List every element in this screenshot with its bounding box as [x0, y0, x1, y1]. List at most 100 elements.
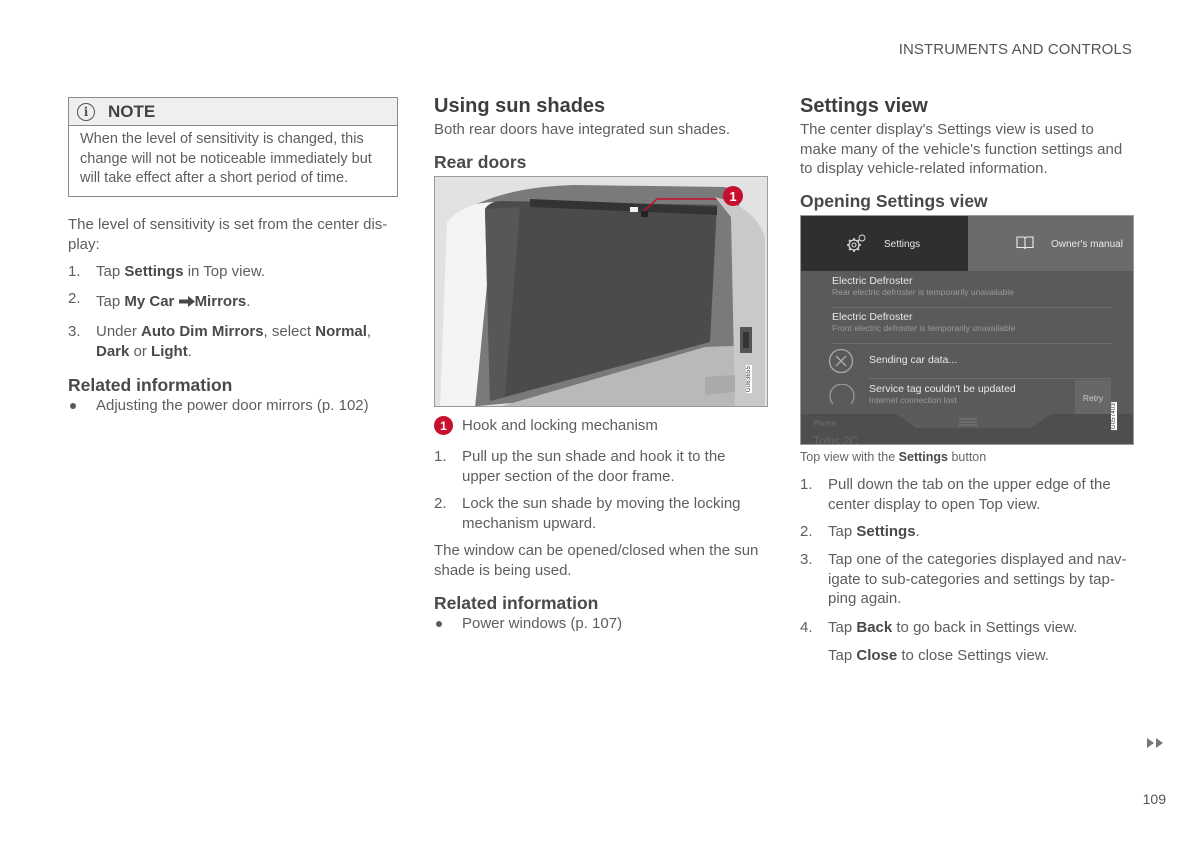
step-text: Under: [96, 323, 142, 340]
legend-text: Hook and locking mechanism: [462, 417, 658, 434]
list-item: 1. Pull up the sun shade and hook it to …: [434, 447, 768, 486]
step-number: 2.: [68, 290, 81, 307]
notification-row[interactable]: Electric Defroster Rear electric defrost…: [832, 275, 1014, 297]
sun-shade-illustration: 1 G063655: [434, 176, 768, 407]
figure-legend: 1 Hook and locking mechanism: [434, 416, 658, 436]
caption-text: Top view with the: [800, 450, 899, 464]
list-item: 2. Tap Settings.: [800, 522, 1140, 542]
paragraph-line: shade is being used.: [434, 561, 572, 579]
step-number: 3.: [800, 551, 813, 568]
window-paragraph: The window can be opened/closed when the…: [434, 541, 774, 580]
bullet: [436, 621, 442, 627]
intro-line: The level of sensitivity is set from the…: [68, 216, 388, 233]
step-text: to go back in Settings view.: [892, 619, 1078, 636]
step-text: Tap: [828, 647, 857, 664]
step-bold: Mirrors: [194, 293, 247, 310]
progress-ring-icon: [829, 384, 855, 405]
status-title: Service tag couldn't be updated: [869, 383, 1016, 395]
step-number: 1.: [800, 476, 813, 493]
step-text: center display to open Top view.: [828, 495, 1041, 513]
step-text: upper section of the door frame.: [462, 467, 675, 485]
step-text: Tap: [96, 293, 125, 310]
book-icon: [1016, 236, 1034, 250]
list-item: 1. Tap Settings in Top view.: [68, 262, 400, 282]
step-text: Pull up the sun shade and hook it to the: [462, 448, 726, 465]
step-number: 3.: [68, 323, 81, 340]
related-link[interactable]: Adjusting the power door mirrors (p. 102…: [96, 396, 400, 416]
notification-row[interactable]: Electric Defroster Front electric defros…: [832, 311, 1015, 333]
divider: [869, 378, 1111, 379]
cancel-circle-icon[interactable]: [828, 348, 854, 374]
step-number: 1.: [434, 448, 447, 465]
step-text: in Top view.: [183, 263, 265, 280]
intro-line: The center display's Settings view is us…: [800, 121, 1094, 138]
step-number: 4.: [800, 619, 813, 636]
bottom-left-label: Phone: [813, 419, 837, 428]
section-header: INSTRUMENTS AND CONTROLS: [898, 41, 1132, 58]
arrow-right-icon: [178, 296, 195, 307]
related-item[interactable]: Adjusting the power door mirrors (p. 102…: [68, 396, 400, 416]
step-bold: Dark: [96, 342, 130, 360]
retry-label: Retry: [1082, 392, 1104, 403]
related-heading: Related information: [68, 375, 233, 395]
settings-tab[interactable]: Settings: [801, 216, 968, 271]
owners-manual-tab-label: Owner's manual: [1051, 239, 1123, 250]
caption-bold: Settings: [898, 450, 948, 464]
section-intro: Both rear doors have integrated sun shad…: [434, 121, 731, 138]
step-text: ,: [366, 323, 372, 340]
section-intro: The center display's Settings view is us…: [800, 120, 1140, 179]
step-text: mechanism upward.: [462, 514, 597, 532]
callout-1: 1: [723, 186, 743, 206]
step-text: , select: [263, 323, 316, 340]
close-note: Tap Close to close Settings view.: [800, 646, 1140, 666]
owners-manual-tab[interactable]: Owner's manual: [968, 216, 1133, 271]
bullet: [70, 403, 76, 409]
subheading: Rear doors: [434, 152, 527, 172]
note-body: When the level of sensitivity is changed…: [80, 131, 372, 186]
related-item[interactable]: Power windows (p. 107): [434, 614, 768, 634]
legend-callout-1: 1: [434, 416, 453, 436]
caption-text: button: [947, 450, 987, 464]
step-bold: Settings: [856, 523, 916, 540]
notification-title: Electric Defroster: [832, 311, 913, 323]
step-text: .: [246, 293, 251, 310]
step-text: Tap: [828, 619, 857, 636]
section-title: Settings view: [800, 95, 928, 117]
step-number: 1.: [68, 263, 81, 280]
section-title: Using sun shades: [434, 95, 606, 117]
list-item: 2. Lock the sun shade by moving the lock…: [434, 494, 768, 533]
step-bold: Normal: [315, 323, 367, 340]
step-bold: Light: [151, 342, 188, 360]
step-text: .: [187, 342, 192, 360]
retry-button[interactable]: Retry: [1075, 380, 1111, 415]
step-bold: Auto Dim Mirrors: [141, 323, 264, 340]
step-text: Pull down the tab on the upper edge of t…: [828, 476, 1111, 493]
divider: [831, 343, 1111, 344]
status-sending: Sending car data...: [869, 354, 958, 366]
info-icon: i: [77, 102, 95, 121]
note-header: i NOTE: [69, 98, 397, 126]
related-link[interactable]: Power windows (p. 107): [462, 614, 768, 634]
background-app-label: Tollis 2C: [813, 434, 859, 445]
page-number: 109: [1142, 791, 1166, 807]
list-item: 4. Tap Back to go back in Settings view.: [800, 618, 1140, 638]
service-tag-status: Service tag couldn't be updated Internet…: [869, 383, 1016, 405]
step-bold: Settings: [124, 263, 184, 280]
notification-title: Electric Defroster: [832, 275, 913, 287]
list-item: 1. Pull down the tab on the upper edge o…: [800, 475, 1140, 514]
step-bold: Close: [856, 647, 898, 664]
paragraph-line: The window can be opened/closed when the…: [434, 542, 759, 559]
notification-subtitle: Rear electric defroster is temporarily u…: [832, 287, 1014, 297]
step-bold: Back: [856, 619, 893, 636]
gear-icon: [847, 234, 866, 252]
figure-code: G063655: [746, 365, 752, 394]
intro-line: to display vehicle-related information.: [800, 160, 1048, 177]
step-text: .: [915, 523, 920, 540]
list-item: 2. Tap My Car Mirrors.: [68, 290, 400, 312]
step-number: 2.: [434, 495, 447, 512]
figure-caption: Top view with the Settings button: [800, 450, 986, 464]
center-display-screenshot: Settings Owner's manual Electric Defrost…: [800, 215, 1134, 445]
step-text: or: [129, 342, 152, 360]
step-text: ping again.: [828, 590, 902, 607]
step-text: Tap: [96, 263, 125, 280]
